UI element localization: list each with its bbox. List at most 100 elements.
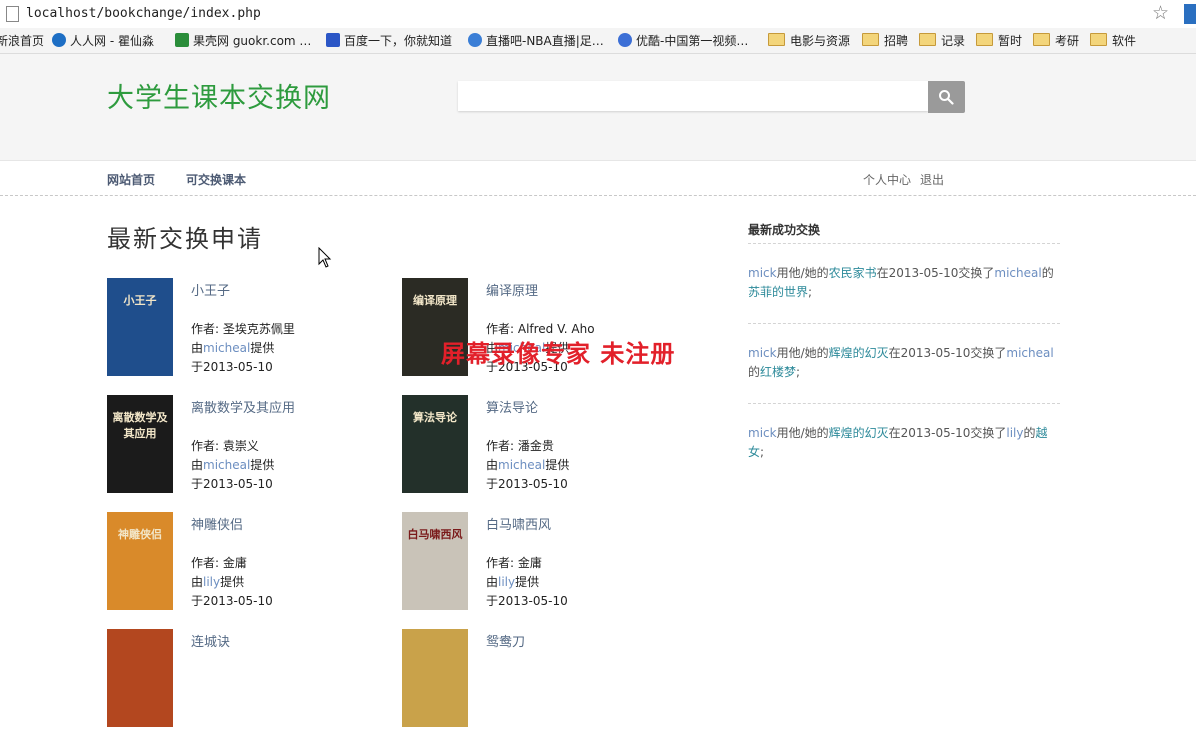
sidebar-divider (748, 323, 1060, 324)
bookmark-folder-exam[interactable]: 考研 (1033, 32, 1079, 49)
book-link[interactable]: 红楼梦 (760, 365, 796, 379)
browser-menu-icon[interactable] (1184, 4, 1196, 24)
book-item[interactable]: 鸳鸯刀 (402, 629, 692, 729)
book-provider: 由micheal提供 (486, 458, 570, 472)
url-text[interactable]: localhost/bookchange/index.php (26, 6, 261, 21)
book-cover-image[interactable]: 算法导论 (402, 395, 468, 493)
baidu-icon (326, 33, 340, 47)
book-title-link[interactable]: 编译原理 (486, 280, 538, 299)
renren-icon (52, 33, 66, 47)
book-title-link[interactable]: 连城诀 (191, 631, 230, 650)
book-date: 于2013-05-10 (486, 477, 568, 491)
book-link[interactable]: 辉煌的幻灭 (829, 426, 889, 440)
book-date: 于2013-05-10 (191, 477, 273, 491)
book-date: 于2013-05-10 (486, 594, 568, 608)
book-cover-image[interactable]: 离散数学及其应用 (107, 395, 173, 493)
nav-books-link[interactable]: 可交换课本 (186, 171, 246, 188)
user-link[interactable]: mick (748, 426, 777, 440)
book-title-link[interactable]: 离散数学及其应用 (191, 397, 295, 416)
folder-icon (1090, 33, 1107, 46)
bookmark-renren[interactable]: 人人网 - 瞿仙淼 (52, 32, 154, 49)
book-cover-image[interactable] (402, 629, 468, 727)
address-bar[interactable]: localhost/bookchange/index.php ☆ (0, 0, 1196, 29)
book-provider: 由lily提供 (486, 575, 540, 589)
book-date: 于2013-05-10 (191, 594, 273, 608)
provider-link[interactable]: lily (203, 575, 220, 589)
folder-icon (1033, 33, 1050, 46)
bookmark-sina[interactable]: 新浪首页 (0, 32, 44, 49)
book-author: 作者: 金庸 (486, 556, 542, 570)
book-date: 于2013-05-10 (191, 360, 273, 374)
book-cover-image[interactable] (107, 629, 173, 727)
bookmark-baidu[interactable]: 百度一下，你就知道 (326, 32, 452, 49)
book-link[interactable]: 农民家书 (829, 266, 877, 280)
site-logo[interactable]: 大学生课本交换网 (107, 76, 331, 115)
nav-logout-link[interactable]: 退出 (920, 171, 944, 188)
provider-link[interactable]: micheal (498, 458, 545, 472)
provider-link[interactable]: micheal (203, 341, 250, 355)
folder-icon (862, 33, 879, 46)
book-title-link[interactable]: 神雕侠侣 (191, 514, 243, 533)
site-header: 大学生课本交换网 (0, 54, 1196, 161)
nav-home-link[interactable]: 网站首页 (107, 171, 155, 188)
search-icon (939, 90, 954, 105)
youku-icon (618, 33, 632, 47)
book-cover-text: 白马啸西风 (407, 528, 463, 541)
book-provider: 由lily提供 (191, 575, 245, 589)
book-title-link[interactable]: 算法导论 (486, 397, 538, 416)
book-item[interactable]: 小王子 小王子 作者: 圣埃克苏佩里 由micheal提供 于2013-05-10 (107, 278, 397, 378)
book-item[interactable]: 离散数学及其应用 离散数学及其应用 作者: 袁崇义 由micheal提供 于2013-0… (107, 395, 397, 495)
zhibo8-icon (468, 33, 482, 47)
bookmark-folder-software[interactable]: 软件 (1090, 32, 1136, 49)
sidebar-divider (748, 243, 1060, 244)
book-link[interactable]: 辉煌的幻灭 (829, 346, 889, 360)
section-title: 最新交换申请 (107, 225, 263, 253)
book-cover-text: 编译原理 (413, 294, 457, 307)
main-nav: 网站首页 可交换课本 个人中心 退出 (0, 161, 1196, 196)
exchange-item: mick用他/她的辉煌的幻灭在2013-05-10交换了lily的越女; (748, 426, 1048, 459)
book-item[interactable]: 白马啸西风 白马啸西风 作者: 金庸 由lily提供 于2013-05-10 (402, 512, 692, 612)
user-link[interactable]: lily (1006, 426, 1023, 440)
bookmark-folder-temp[interactable]: 暂时 (976, 32, 1022, 49)
user-link[interactable]: micheal (994, 266, 1041, 280)
user-link[interactable]: micheal (1006, 346, 1053, 360)
mouse-cursor-icon (318, 247, 332, 268)
bookmark-folder-movies[interactable]: 电影与资源 (768, 32, 850, 49)
book-cover-image[interactable]: 白马啸西风 (402, 512, 468, 610)
bookmark-folder-jobs[interactable]: 招聘 (862, 32, 908, 49)
provider-link[interactable]: lily (498, 575, 515, 589)
bookmark-zhibo8[interactable]: 直播吧-NBA直播|足… (468, 32, 604, 49)
book-title-link[interactable]: 小王子 (191, 280, 230, 299)
book-provider: 由micheal提供 (191, 458, 275, 472)
exchange-item: mick用他/她的辉煌的幻灭在2013-05-10交换了micheal的红楼梦; (748, 346, 1054, 379)
sidebar-divider (748, 403, 1060, 404)
sidebar-title: 最新成功交换 (748, 223, 821, 237)
search-button[interactable] (928, 81, 965, 113)
book-title-link[interactable]: 鸳鸯刀 (486, 631, 525, 650)
book-item[interactable]: 神雕侠侣 神雕侠侣 作者: 金庸 由lily提供 于2013-05-10 (107, 512, 397, 612)
provider-link[interactable]: micheal (203, 458, 250, 472)
book-author: 作者: 圣埃克苏佩里 (191, 322, 295, 336)
book-author: 作者: 袁崇义 (191, 439, 259, 453)
guokr-icon (175, 33, 189, 47)
user-link[interactable]: mick (748, 266, 777, 280)
book-link[interactable]: 苏菲的世界 (748, 285, 808, 299)
page-icon (6, 6, 19, 22)
book-item[interactable]: 算法导论 算法导论 作者: 潘金贵 由micheal提供 于2013-05-10 (402, 395, 692, 495)
book-cover-image[interactable]: 小王子 (107, 278, 173, 376)
book-cover-text: 神雕侠侣 (118, 528, 162, 541)
bookmark-youku[interactable]: 优酷-中国第一视频… (618, 32, 748, 49)
book-cover-text: 离散数学及其应用 (112, 411, 168, 440)
folder-icon (976, 33, 993, 46)
book-item[interactable]: 连城诀 (107, 629, 397, 729)
search-input[interactable] (458, 81, 928, 111)
nav-profile-link[interactable]: 个人中心 (863, 171, 911, 188)
folder-icon (919, 33, 936, 46)
book-title-link[interactable]: 白马啸西风 (486, 514, 551, 533)
user-link[interactable]: mick (748, 346, 777, 360)
bookmark-star-icon[interactable]: ☆ (1152, 2, 1169, 24)
bookmark-guokr[interactable]: 果壳网 guokr.com … (175, 32, 311, 49)
book-cover-image[interactable]: 神雕侠侣 (107, 512, 173, 610)
exchange-item: mick用他/她的农民家书在2013-05-10交换了micheal的苏菲的世界… (748, 266, 1054, 299)
bookmark-folder-records[interactable]: 记录 (919, 32, 965, 49)
